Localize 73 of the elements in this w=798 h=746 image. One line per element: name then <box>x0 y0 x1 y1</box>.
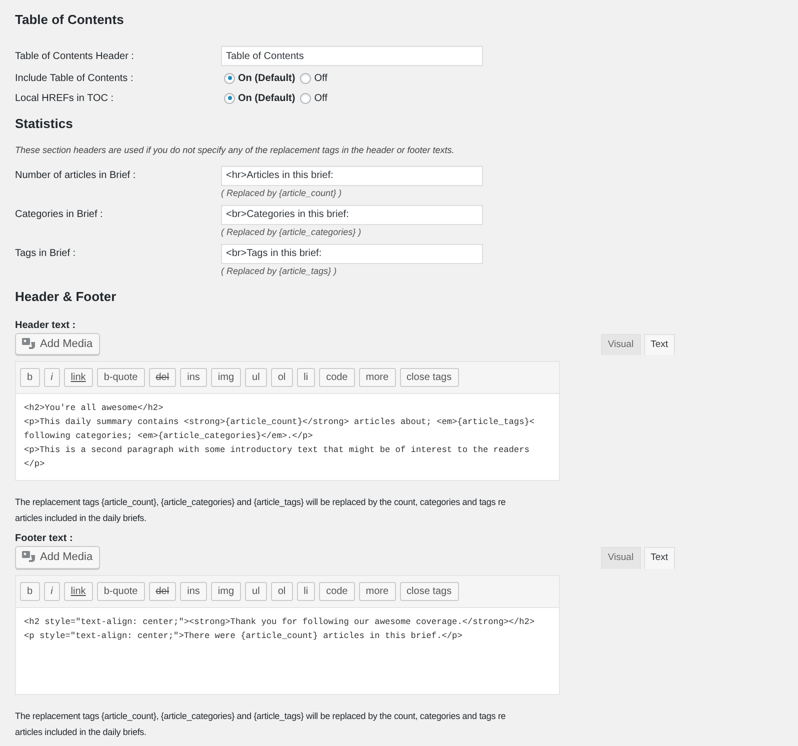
toolbar-button[interactable]: ins <box>180 582 207 600</box>
text-field[interactable]: Table of Contents <box>221 46 483 66</box>
toolbar-button[interactable]: code <box>319 582 355 600</box>
toolbar-button[interactable]: i <box>44 368 60 387</box>
toolbar-button[interactable]: close tags <box>400 368 459 387</box>
section-heading: Header & Footer <box>15 288 118 306</box>
toolbar-button[interactable]: i <box>44 582 60 600</box>
field-hint: ( Replaced by {article_tags} ) <box>221 264 338 278</box>
toolbar-button[interactable]: ins <box>180 368 207 387</box>
code-line: <h2 style="text-align: center;"><strong>Thank you for following our awesome coverage.</strong></h2> <box>24 616 536 628</box>
code-line: <p style="text-align: center;">There were {article_count} articles in this brief.</p> <box>24 630 464 642</box>
code-line: <p>This is a second paragraph with some introductory text that might be of interest to the readers <box>24 444 530 457</box>
editor-label: Header text : <box>15 318 77 332</box>
code-line: </p> <box>24 458 46 471</box>
text-field[interactable]: <br>Tags in this brief: <box>221 244 483 264</box>
field-label: Local HREFs in TOC : <box>15 92 115 106</box>
section-note: These section headers are used if you do not specify any of the replacement tags in the header or footer texts. <box>15 144 456 157</box>
editor-label: Footer text : <box>15 532 74 546</box>
toolbar-button[interactable]: del <box>148 368 176 387</box>
radio-button[interactable] <box>224 92 235 104</box>
toolbar-button[interactable]: link <box>64 582 93 600</box>
toolbar-button[interactable]: more <box>358 582 396 600</box>
toolbar-button[interactable]: ol <box>270 582 293 600</box>
toolbar-button[interactable]: ul <box>245 582 267 600</box>
toolbar-button[interactable]: link <box>64 368 93 387</box>
field-label: Number of articles in Brief : <box>15 169 137 183</box>
toolbar-button[interactable]: li <box>296 368 316 387</box>
editor-tab[interactable]: Visual <box>600 334 641 355</box>
option-label: On (Default) <box>238 92 296 106</box>
toolbar-button[interactable]: b <box>20 368 40 387</box>
option-label: On (Default) <box>238 72 296 86</box>
help-text: articles included in the daily briefs. <box>15 512 148 525</box>
option-label: Off <box>314 92 328 106</box>
editor-tab[interactable]: Visual <box>600 547 641 568</box>
toolbar-button[interactable]: del <box>148 582 176 600</box>
code-line: <p>This daily summary contains <strong>{article_count}</strong> articles about; <em>{article_tags}< <box>24 416 536 429</box>
text-field[interactable]: <br>Categories in this brief: <box>221 204 483 224</box>
field-hint: ( Replaced by {article_categories} ) <box>221 226 362 239</box>
toolbar-button[interactable]: code <box>319 368 355 387</box>
editor-tab[interactable]: Text <box>644 334 675 355</box>
toolbar-button[interactable]: more <box>358 368 396 387</box>
media-icon <box>22 338 36 350</box>
toolbar-button[interactable]: img <box>210 368 242 387</box>
media-icon <box>22 551 36 564</box>
code-line: <h2>You're all awesome</h2> <box>24 402 164 415</box>
toolbar-button[interactable]: close tags <box>400 582 459 600</box>
toolbar-button[interactable]: b <box>20 582 40 600</box>
help-text: articles included in the daily briefs. <box>15 726 148 739</box>
toolbar-button[interactable]: b-quote <box>96 582 145 600</box>
toolbar-button[interactable]: ul <box>245 368 267 387</box>
toolbar-button[interactable]: ol <box>270 368 293 387</box>
text-field[interactable]: <hr>Articles in this brief: <box>221 166 483 186</box>
code-editor[interactable]: <h2 style="text-align: center;"><strong>Thank you for following our awesome coverage.</strong></h2> <p style="text-align: center;">There were {article_count} articles in this brief.</p> <box>16 608 559 694</box>
radio-button[interactable] <box>300 72 312 84</box>
option-label: Off <box>314 72 328 86</box>
editor-tab[interactable]: Text <box>644 547 675 568</box>
code-line: following categories; <em>{article_categories}</em>.</p> <box>24 430 314 443</box>
field-hint: ( Replaced by {article_count} ) <box>221 186 343 200</box>
help-text: The replacement tags {article_count}, {article_categories} and {article_tags} will be replaced by the count, categories and tags re <box>15 496 507 509</box>
toolbar-button[interactable]: b-quote <box>96 368 145 387</box>
help-text: The replacement tags {article_count}, {article_categories} and {article_tags} will be replaced by the count, categories and tags re <box>15 710 507 723</box>
add-media-button[interactable]: Add Media <box>15 546 100 568</box>
field-label: Table of Contents Header : <box>15 50 135 64</box>
toolbar-button[interactable]: li <box>296 582 316 600</box>
field-label: Categories in Brief : <box>15 208 104 222</box>
add-media-button[interactable]: Add Media <box>15 332 100 355</box>
radio-button[interactable] <box>224 72 235 84</box>
section-heading: Table of Contents <box>15 11 125 29</box>
field-label: Tags in Brief : <box>15 247 77 261</box>
radio-button[interactable] <box>300 92 312 104</box>
field-label: Include Table of Contents : <box>15 72 134 86</box>
section-heading: Statistics <box>15 115 74 133</box>
toolbar-button[interactable]: img <box>210 582 242 600</box>
